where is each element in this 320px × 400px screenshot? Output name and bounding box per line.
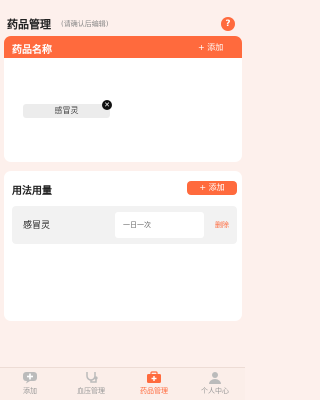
drug-chip[interactable]: 感冒灵 xyxy=(23,104,110,118)
stethoscope-icon xyxy=(86,372,98,383)
plus-bubble-icon xyxy=(23,372,37,384)
page-subtitle: (请确认后编辑) xyxy=(61,20,109,28)
add-drug-button[interactable]: + 添加 xyxy=(198,42,223,53)
tab-label: 添加 xyxy=(23,387,37,395)
help-button[interactable]: ? xyxy=(221,17,235,31)
tab-label: 药品管理 xyxy=(140,387,168,395)
close-icon[interactable]: ✕ xyxy=(102,100,112,110)
header: 药品管理 (请确认后编辑) ? xyxy=(0,14,245,34)
tab-medicine[interactable]: 药品管理 xyxy=(124,368,184,400)
medicine-box-icon xyxy=(147,371,161,383)
tab-bar: 添加 血压管理 药品管理 个人中心 xyxy=(0,367,245,400)
dosage-input[interactable]: 一日一次 xyxy=(115,212,204,238)
person-icon xyxy=(209,372,221,384)
drug-name-title: 药品名称 xyxy=(12,45,52,56)
tab-blood-pressure[interactable]: 血压管理 xyxy=(61,368,121,400)
usage-card: 用法用量 + 添加 感冒灵 一日一次 删除 xyxy=(4,171,242,321)
usage-row: 感冒灵 一日一次 删除 xyxy=(12,206,237,244)
drug-name-card: 药品名称 + 添加 感冒灵 ✕ xyxy=(4,36,242,162)
drug-name-card-header: 药品名称 + 添加 xyxy=(4,36,242,58)
page-title: 药品管理 xyxy=(7,18,51,31)
delete-button[interactable]: 删除 xyxy=(215,220,229,230)
add-usage-button[interactable]: + 添加 xyxy=(187,181,237,195)
usage-title: 用法用量 xyxy=(12,186,52,197)
usage-drug-name: 感冒灵 xyxy=(23,221,51,231)
tab-add[interactable]: 添加 xyxy=(0,368,60,400)
tab-profile[interactable]: 个人中心 xyxy=(185,368,245,400)
tab-label: 血压管理 xyxy=(77,387,105,395)
tab-label: 个人中心 xyxy=(201,387,229,395)
